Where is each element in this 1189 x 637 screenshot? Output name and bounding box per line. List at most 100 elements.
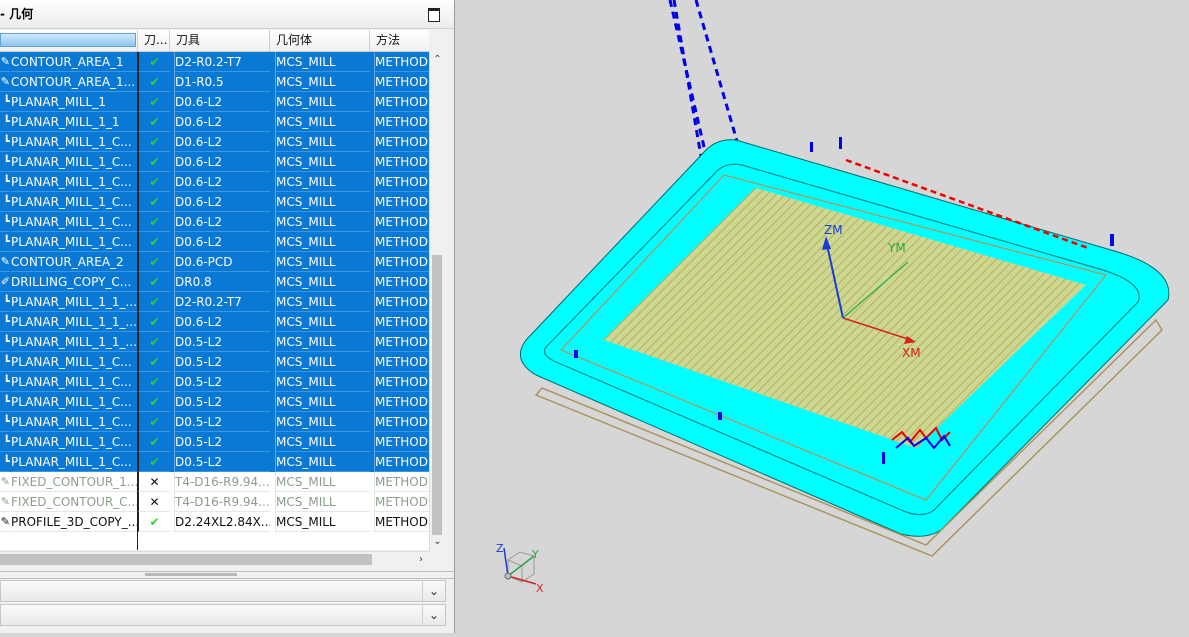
operation-type-icon: ┗ [0, 372, 10, 392]
vertical-scrollbar[interactable]: ⌃ ⌄ [429, 51, 445, 551]
check-icon: ✔ [138, 92, 170, 112]
geometry-name: MCS_MILL [275, 512, 370, 532]
method-name: METHOD [374, 432, 429, 452]
table-row[interactable]: ┗ PLANAR_MILL_1_C... ✔ D0.6-L2 MCS_MILL METHO… [0, 212, 429, 232]
geometry-name: MCS_MILL [275, 292, 370, 312]
column-header-tool[interactable]: 刀具 [170, 30, 270, 51]
column-header-geometry[interactable]: 几何体 [270, 30, 370, 51]
table-row[interactable]: ✎ PROFILE_3D_COPY_... ✔ D2.24XL2.84X... MCS_… [0, 512, 429, 532]
check-icon: ✔ [138, 292, 170, 312]
operation-name: CONTOUR_AREA_1... [11, 72, 137, 92]
tool-name: D0.5-L2 [174, 392, 270, 412]
geometry-name: MCS_MILL [275, 92, 370, 112]
table-row[interactable]: ┗ PLANAR_MILL_1_C... ✔ D0.5-L2 MCS_MILL METHO… [0, 452, 429, 472]
table-row[interactable]: ┗ PLANAR_MILL_1_C... ✔ D0.6-L2 MCS_MILL METHO… [0, 132, 429, 152]
method-name: METHOD [374, 232, 429, 252]
check-icon: ✔ [138, 52, 170, 72]
geometry-name: MCS_MILL [275, 432, 370, 452]
graphics-viewport[interactable]: ZM YM XM Z Y X [456, 0, 1189, 633]
table-row[interactable]: ┗ PLANAR_MILL_1_C... ✔ D0.6-L2 MCS_MILL METHO… [0, 172, 429, 192]
method-name: METHOD [374, 172, 429, 192]
column-header-status[interactable]: 刀... [138, 30, 170, 51]
xm-label: XM [902, 346, 921, 360]
operation-name: FIXED_CONTOUR_1... [11, 472, 137, 492]
tool-name: D0.6-L2 [174, 192, 270, 212]
operation-type-icon: ✎ [0, 512, 10, 532]
check-icon: ✔ [138, 132, 170, 152]
scroll-down-icon[interactable]: ⌄ [430, 535, 445, 549]
scroll-right-icon[interactable]: › [413, 552, 429, 567]
geometry-name: MCS_MILL [275, 112, 370, 132]
tool-name: D0.5-L2 [174, 432, 270, 452]
tool-name: D2-R0.2-T7 [174, 52, 270, 72]
operation-type-icon: ┗ [0, 332, 10, 352]
table-row[interactable]: ┗ PLANAR_MILL_1_C... ✔ D0.5-L2 MCS_MILL METHO… [0, 432, 429, 452]
splitter-grip[interactable] [145, 573, 237, 576]
column-header-name[interactable] [0, 30, 138, 51]
table-row[interactable]: ┗ PLANAR_MILL_1_1_... ✔ D0.5-L2 MCS_MILL METH… [0, 332, 429, 352]
tool-name: T4-D16-R9.94... [174, 492, 270, 512]
table-row[interactable]: ┗ PLANAR_MILL_1_C... ✔ D0.6-L2 MCS_MILL METHO… [0, 192, 429, 212]
chevron-down-icon[interactable]: ⌄ [422, 605, 445, 625]
column-header-method[interactable]: 方法 [370, 30, 429, 51]
panel-title: - 几何 [0, 7, 34, 21]
check-icon: ✔ [138, 372, 170, 392]
dependencies-dropdown[interactable]: ⌄ [0, 604, 446, 626]
check-icon: ✔ [138, 112, 170, 132]
geometry-name: MCS_MILL [275, 472, 370, 492]
maximize-icon[interactable] [428, 8, 440, 22]
operation-type-icon: ┗ [0, 132, 10, 152]
name-column-highlight [0, 33, 136, 47]
operation-type-icon: ✎ [0, 52, 10, 72]
table-row[interactable]: ✎ CONTOUR_AREA_1 ✔ D2-R0.2-T7 MCS_MILL METHOD [0, 52, 429, 72]
operation-type-icon: ✎ [0, 72, 10, 92]
operation-type-icon: ✎ [0, 252, 10, 272]
check-icon: ✔ [138, 512, 170, 532]
table-body: ✎ CONTOUR_AREA_1 ✔ D2-R0.2-T7 MCS_MILL METHOD… [0, 52, 429, 532]
table-row[interactable]: ┗ PLANAR_MILL_1_C... ✔ D0.6-L2 MCS_MILL METHO… [0, 152, 429, 172]
method-name: METHOD [374, 332, 429, 352]
horizontal-scroll-thumb[interactable] [0, 554, 372, 565]
operation-name: PLANAR_MILL_1_C... [11, 172, 137, 192]
table-row[interactable]: ┗ PLANAR_MILL_1 ✔ D0.6-L2 MCS_MILL METHOD [0, 92, 429, 112]
vertical-scroll-thumb[interactable] [432, 255, 442, 535]
panel-splitter[interactable] [0, 571, 454, 579]
operation-type-icon: ┗ [0, 172, 10, 192]
chevron-down-icon[interactable]: ⌄ [422, 581, 445, 601]
table-row[interactable]: ┗ PLANAR_MILL_1_C... ✔ D0.5-L2 MCS_MILL METHO… [0, 352, 429, 372]
table-row[interactable]: ┗ PLANAR_MILL_1_C... ✔ D0.5-L2 MCS_MILL METHO… [0, 412, 429, 432]
table-row[interactable]: ┗ PLANAR_MILL_1_1_... ✔ D2-R0.2-T7 MCS_MILL M… [0, 292, 429, 312]
table-row[interactable]: ┗ PLANAR_MILL_1_1_... ✔ D0.6-L2 MCS_MILL METH… [0, 312, 429, 332]
operation-name: PLANAR_MILL_1_1_... [11, 292, 137, 312]
operation-name: PLANAR_MILL_1_1_... [11, 332, 137, 352]
operation-name: PLANAR_MILL_1_C... [11, 212, 137, 232]
table-row[interactable]: ┗ PLANAR_MILL_1_1 ✔ D0.6-L2 MCS_MILL METHOD [0, 112, 429, 132]
method-name: METHOD [374, 192, 429, 212]
table-row[interactable]: ┗ PLANAR_MILL_1_C... ✔ D0.5-L2 MCS_MILL METHO… [0, 372, 429, 392]
table-row[interactable]: ┗ PLANAR_MILL_1_C... ✔ D0.5-L2 MCS_MILL METHO… [0, 392, 429, 412]
table-row[interactable]: ✎ CONTOUR_AREA_2 ✔ D0.6-PCD MCS_MILL METHOD [0, 252, 429, 272]
tool-name: D0.5-L2 [174, 452, 270, 472]
horizontal-scrollbar[interactable]: › [0, 551, 429, 567]
operation-name: PLANAR_MILL_1_C... [11, 232, 137, 252]
geometry-name: MCS_MILL [275, 152, 370, 172]
geometry-name: MCS_MILL [275, 492, 370, 512]
table-row[interactable]: ✐ DRILLING_COPY_C... ✔ DR0.8 MCS_MILL METHOD [0, 272, 429, 292]
operation-navigator-panel: - 几何 刀... 刀具 几何体 方法 ✎ CONTOUR_AREA_1 ✔ D2-R… [0, 0, 455, 633]
operation-type-icon: ┗ [0, 212, 10, 232]
geometry-name: MCS_MILL [275, 332, 370, 352]
details-dropdown[interactable]: ⌄ [0, 580, 446, 602]
check-icon: ✔ [138, 72, 170, 92]
table-row[interactable]: ✎ FIXED_CONTOUR_C... ✕ T4-D16-R9.94... MCS_M… [0, 492, 429, 512]
geometry-name: MCS_MILL [275, 392, 370, 412]
operation-type-icon: ┗ [0, 412, 10, 432]
table-row[interactable]: ✎ CONTOUR_AREA_1... ✔ D1-R0.5 MCS_MILL METHOD [0, 72, 429, 92]
table-row[interactable]: ┗ PLANAR_MILL_1_C... ✔ D0.6-L2 MCS_MILL METHO… [0, 232, 429, 252]
operation-type-icon: ┗ [0, 432, 10, 452]
check-icon: ✔ [138, 172, 170, 192]
operation-name: PLANAR_MILL_1_C... [11, 192, 137, 212]
operation-type-icon: ✐ [0, 272, 10, 292]
tool-name: D1-R0.5 [174, 72, 270, 92]
scroll-up-icon[interactable]: ⌃ [430, 53, 445, 67]
table-row[interactable]: ✎ FIXED_CONTOUR_1... ✕ T4-D16-R9.94... MCS_M… [0, 472, 429, 492]
